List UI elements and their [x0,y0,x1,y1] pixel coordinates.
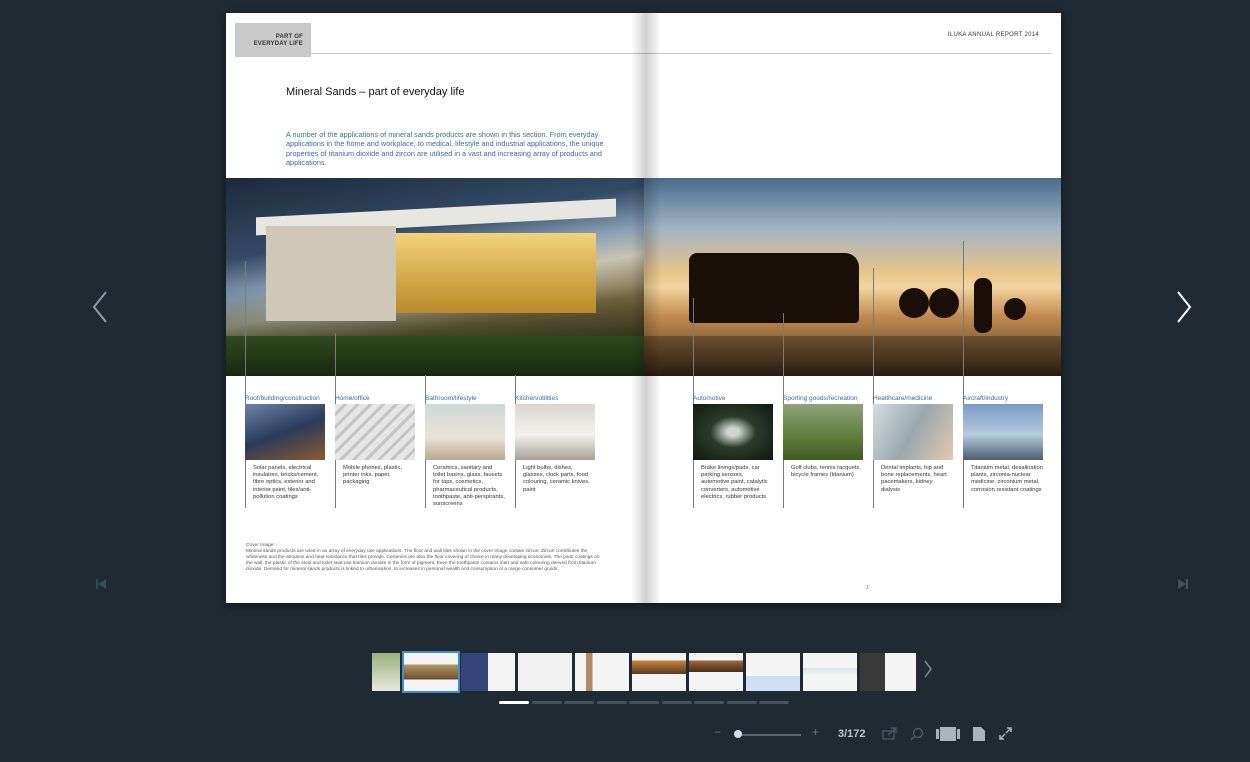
section-tab: PART OF EVERYDAY LIFE [235,23,311,57]
page-number: 1 [866,585,869,591]
category-automotive: Automotive Brake linings/pads, car parki… [693,395,778,501]
zoom-slider[interactable] [736,734,801,736]
house-photo [226,178,644,376]
zoom-slider-knob[interactable] [734,730,742,738]
category-kitchen: Kitchen/utilities Light bulbs, dishes, g… [515,395,600,494]
flipbook-spread[interactable]: PART OF EVERYDAY LIFE ILUKA ANNUAL REPOR… [226,13,1061,603]
share-button[interactable] [882,727,897,743]
pager-dot[interactable] [629,701,659,704]
fullscreen-button[interactable] [999,727,1012,743]
share-icon [882,727,897,740]
skip-first-icon [96,579,106,589]
pager-dot[interactable] [597,701,627,704]
category-sporting: Sporting goods/recreation Golf clubs, te… [783,395,868,479]
category-title: Bathroom/lifestyle [425,395,477,402]
category-title: Healthcare/medicine [873,395,933,402]
thumbnail-active[interactable] [402,651,460,693]
dentist-image [873,404,953,460]
last-page-button[interactable] [1178,578,1188,593]
zoom-in-button[interactable]: + [812,725,819,739]
category-desc: Ceramics, sanitary and toilet basins, gl… [433,465,505,508]
category-title: Home/office [335,395,370,402]
pager-dot[interactable] [662,701,692,704]
intro-paragraph: A number of the applications of mineral … [286,130,604,167]
pager-dot[interactable] [694,701,724,704]
chevron-right-icon [1177,291,1192,323]
category-title: Automotive [693,395,726,402]
kitchen-image [515,404,595,460]
category-desc: Dental implants, hip and bone replacemen… [881,465,947,493]
category-healthcare: Healthcare/medicine Dental implants, hip… [873,395,958,494]
category-title: Kitchen/utilities [515,395,559,402]
thumbnail[interactable] [461,653,515,691]
category-desc: Golf clubs, tennis racquets, bicycle fra… [791,465,861,479]
solar-panel-image [245,404,325,460]
section-tab-line1: PART OF [275,34,303,40]
pager-dot[interactable] [727,701,757,704]
search-button[interactable] [910,727,924,744]
pager-dot[interactable] [759,701,789,704]
category-desc: Titanium metal, desalination plants, zir… [971,465,1043,493]
golf-clubs-image [783,404,863,460]
thumbnail[interactable] [860,653,916,691]
thumbnail[interactable] [372,653,400,691]
document-icon [973,727,985,741]
bicycle-wheel [899,288,929,318]
beach-photo [644,178,1061,376]
thumbnail[interactable] [803,653,857,691]
thumbnail[interactable] [632,653,686,691]
first-page-button[interactable] [96,578,106,593]
previous-page-button[interactable] [90,290,112,324]
beach-sand [644,336,1061,376]
skip-last-icon [1178,579,1188,589]
category-desc: Brake linings/pads, car parking sensors,… [701,465,768,500]
section-tab-line2: EVERYDAY LIFE [253,41,303,47]
cover-note-text: Mineral sands products are used in an ar… [246,549,600,572]
pages-grid-icon [936,727,960,741]
report-title: ILUKA ANNUAL REPORT 2014 [947,32,1039,38]
zoom-out-button[interactable]: − [714,725,721,739]
paper-image [335,404,415,460]
car-silhouette [689,253,859,323]
category-desc: Light bulbs, dishes, glasses, clock part… [523,465,590,493]
viewer-toolbar: − + 3/172 [710,725,1020,745]
thumbnails-next-button[interactable] [923,660,933,684]
thumbnail-strip [372,651,920,693]
thumbnail[interactable] [575,653,629,691]
category-desc: Solar panels, electrical insulators, bri… [253,465,319,500]
person-silhouette [974,278,992,333]
bicycle-wheel [1004,298,1026,320]
chevron-left-icon [92,291,107,323]
category-aircraft: Aircraft/industry Titanium metal, desali… [963,395,1048,494]
category-roof: Roof/building/construction Solar panels,… [245,395,330,501]
thumbnail[interactable] [746,653,800,691]
page-indicator: 3/172 [838,728,866,740]
pager-dot-active[interactable] [499,701,529,704]
next-page-button[interactable] [1172,290,1194,324]
cover-image-note: Cover Image: Mineral sands products are … [246,543,601,573]
fullscreen-icon [999,727,1012,740]
bicycle-wheel [929,288,959,318]
page-headline: Mineral Sands – part of everyday life [286,86,465,98]
thumbnails-view-button[interactable] [936,727,960,744]
category-bathroom: Bathroom/lifestyle Ceramics, sanitary an… [425,395,510,508]
parking-sensor-image [693,404,773,460]
category-title: Aircraft/industry [963,395,1009,402]
pager-dot[interactable] [532,701,562,704]
pager-dot[interactable] [564,701,594,704]
category-home-office: Home/office Mobile phones, plastic, prin… [335,395,420,487]
search-icon [910,727,924,741]
airplane-image [963,404,1043,460]
chevron-right-icon [924,660,932,678]
bathtub-image [425,404,505,460]
category-desc: Mobile phones, plastic, printer inks, pa… [343,465,402,486]
category-title: Sporting goods/recreation [783,395,858,402]
lawn [226,336,644,376]
header-rule [311,53,1051,54]
house-illustration [256,198,636,328]
thumbnail[interactable] [689,653,743,691]
thumbnail[interactable] [518,653,572,691]
single-page-button[interactable] [973,727,985,744]
category-title: Roof/building/construction [245,395,320,402]
